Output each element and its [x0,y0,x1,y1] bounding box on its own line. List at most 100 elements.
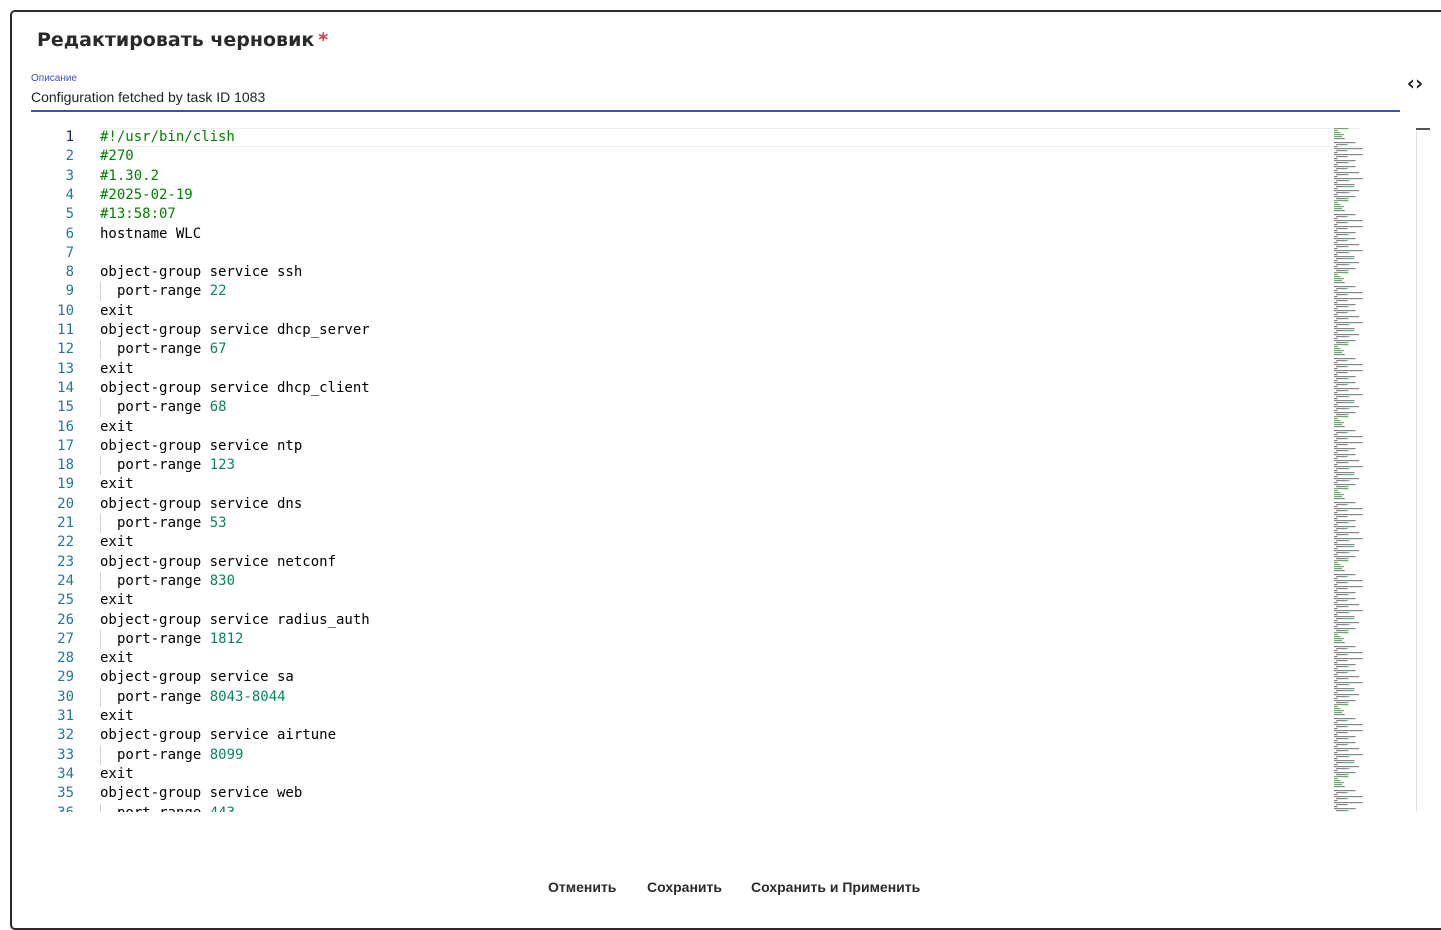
token-text: port-range [117,457,210,474]
minimap-line [1345,540,1350,542]
save-and-apply-button[interactable]: Сохранить и Применить [751,876,920,898]
minimap-line [1336,390,1346,392]
minimap-line [1334,418,1338,420]
minimap-line [1336,324,1346,326]
minimap-line [1334,146,1338,148]
minimap-line [1336,162,1346,164]
token-number: 8043-8044 [209,688,286,705]
minimap-line [1334,718,1356,720]
minimap-line [1336,300,1346,302]
line-number: 32 [57,727,74,744]
minimap-line [1336,546,1346,548]
description-label: Описание [31,73,78,84]
minimap-line [1336,588,1346,590]
code-line: 24 port-range 830 [31,571,1331,591]
minimap-line [1334,214,1356,216]
minimap-line [1334,464,1338,466]
minimap-line [1334,340,1356,342]
minimap-line [1345,330,1354,332]
minimap-line [1345,744,1348,746]
minimap-line [1334,682,1363,684]
minimap-line [1345,156,1348,158]
line-content: port-range 1812 [100,629,243,649]
minimap-line [1334,338,1338,340]
minimap-line [1345,366,1348,368]
minimap-line [1345,234,1349,236]
minimap-line [1334,628,1356,630]
minimap-line [1345,222,1348,224]
minimap-line [1334,446,1338,448]
minimap-line [1336,186,1346,188]
line-content: port-range 53 [100,514,227,533]
minimap-line [1336,378,1346,380]
minimap-line [1334,622,1360,624]
minimap-line [1334,592,1356,594]
line-content: object-group service dhcp_server [100,321,370,340]
code-line: 26 object-group service radius_auth [31,611,1331,630]
editor-minimap[interactable] [1334,128,1416,812]
token-text: exit [100,765,134,782]
indent-guide [100,803,117,812]
minimap-line [1334,434,1338,436]
minimap-line [1336,768,1346,770]
minimap-line [1345,360,1348,362]
minimap-line [1334,238,1356,240]
minimap-line [1334,170,1338,172]
minimap-line [1336,198,1346,200]
minimap-line [1334,526,1356,528]
minimap-line [1336,306,1346,308]
minimap-line [1336,720,1346,722]
minimap-line [1334,362,1338,364]
minimap-line [1334,202,1338,204]
line-content: exit [100,707,134,726]
token-text: object-group service ntp [100,437,303,454]
minimap-line [1334,700,1356,702]
minimap-line [1345,582,1348,584]
minimap-line [1334,454,1356,456]
minimap-line [1334,178,1363,180]
minimap-line [1334,578,1338,580]
line-number: 15 [57,399,74,416]
token-text: port-range [117,572,210,589]
code-editor[interactable]: 1 #!/usr/bin/clish 2 #270 3 #1.30.2 4 #2025-02-… [31,128,1416,812]
token-comment: #!/usr/bin/clish [100,129,235,145]
minimap-line [1345,606,1349,608]
minimap-line [1334,580,1363,582]
minimap-line [1334,508,1363,510]
token-text: object-group service airtune [100,727,337,744]
minimap-line [1334,596,1338,598]
code-view-toggle-button[interactable]: ‹› [1400,70,1430,96]
minimap-line [1334,590,1338,592]
token-number: 53 [209,515,227,531]
minimap-line [1336,252,1346,254]
minimap-line [1336,288,1346,290]
save-button[interactable]: Сохранить [647,876,722,898]
minimap-line [1334,610,1363,612]
minimap-line [1345,198,1349,200]
minimap-line [1334,310,1356,312]
code-line: 25 exit [31,591,1331,610]
minimap-line [1334,760,1355,762]
indent-guide [100,514,117,533]
minimap-line [1334,236,1338,238]
line-content: port-range 22 [100,282,227,302]
minimap-line [1334,754,1363,756]
minimap-line [1334,260,1338,262]
minimap-line [1334,326,1338,328]
token-number: 830 [209,572,236,589]
cancel-button[interactable]: Отменить [548,876,616,898]
minimap-line [1334,430,1356,432]
description-field[interactable]: Configuration fetched by task ID 1083 [31,89,265,105]
indent-guide [100,571,117,591]
token-comment: #13:58:07 [100,206,176,223]
minimap-line [1334,688,1355,690]
minimap-line [1334,232,1356,234]
minimap-line [1334,380,1338,382]
minimap-line [1334,452,1338,454]
minimap-line [1334,290,1338,292]
minimap-line [1334,292,1363,294]
minimap-line [1334,274,1338,276]
minimap-line [1334,226,1363,228]
editor-scrollbar[interactable] [1416,128,1417,812]
minimap-line [1336,234,1346,236]
